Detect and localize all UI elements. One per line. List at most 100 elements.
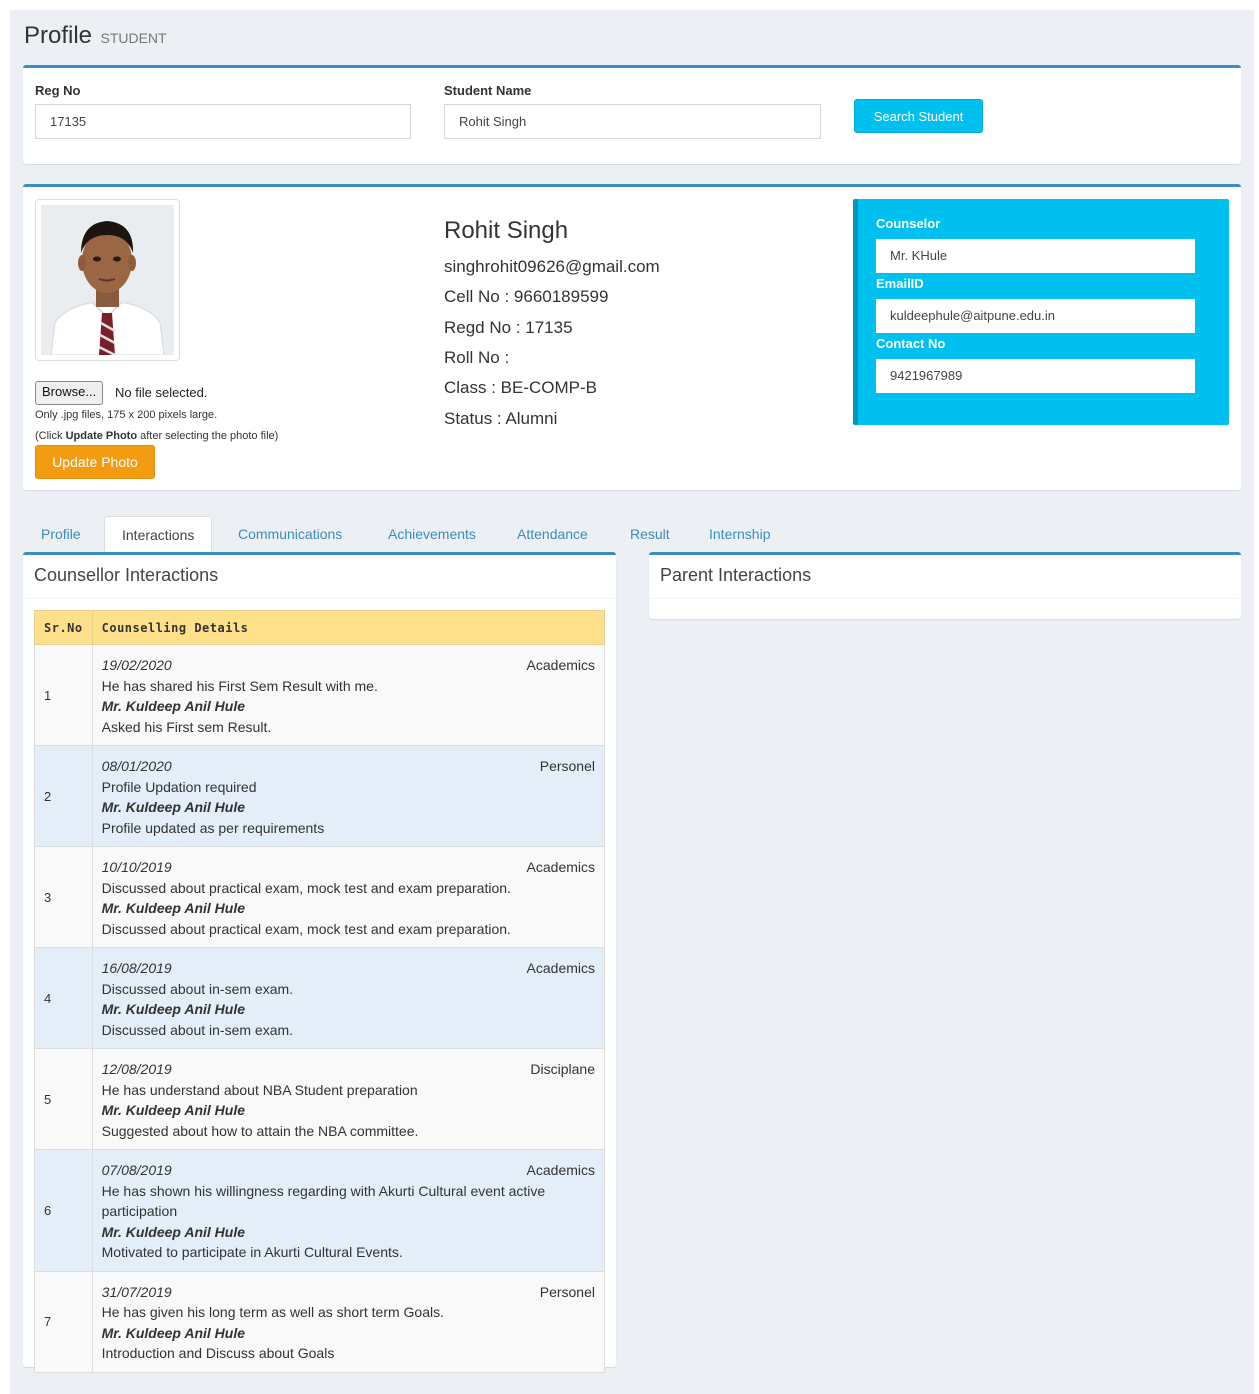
reg-no-input[interactable] bbox=[35, 104, 411, 139]
counsellor-interactions-title: Counsellor Interactions bbox=[34, 565, 219, 585]
profile-box: Browse... No file selected. Only .jpg fi… bbox=[23, 184, 1241, 490]
interaction-cell: 07/08/2019 Academics He has shown his will… bbox=[91, 1149, 606, 1272]
hint-prefix: (Click bbox=[35, 430, 66, 442]
counselor-field[interactable]: Mr. KHule bbox=[876, 239, 1195, 273]
interaction-category: Academics bbox=[526, 1162, 595, 1178]
interaction-date: 19/02/2020 bbox=[101, 657, 172, 673]
counsellor-interactions-table: Sr.No Counselling Details 1 19/02/2020 Aca… bbox=[34, 610, 606, 1373]
student-name: Rohit Singh bbox=[444, 217, 569, 244]
interaction-counsellor: Mr. Kuldeep Anil Hule bbox=[101, 1102, 246, 1118]
interaction-detail: He has given his long term as well as sh… bbox=[101, 1304, 444, 1320]
table-row: 4 16/08/2019 Academics Discussed about in-s… bbox=[34, 947, 606, 1049]
interaction-detail: participation bbox=[101, 1203, 178, 1219]
student-regd: Regd No : 17135 bbox=[444, 318, 573, 337]
row-number: 6 bbox=[34, 1149, 93, 1272]
page: Profile STUDENT Reg No Student Name Sear… bbox=[10, 10, 1254, 1394]
student-roll: Roll No : bbox=[444, 348, 510, 367]
student-status: Status : Alumni bbox=[444, 409, 558, 428]
row-number: 3 bbox=[34, 846, 93, 948]
hint-bold: Update Photo bbox=[65, 430, 138, 442]
interaction-action: Suggested about how to attain the NBA co… bbox=[101, 1122, 419, 1139]
row-number: 4 bbox=[34, 947, 93, 1049]
parent-interactions-title: Parent Interactions bbox=[660, 565, 812, 585]
student-name-label: Student Name bbox=[444, 83, 532, 98]
header-counselling-details: Counselling Details bbox=[91, 610, 606, 645]
hint-suffix: after selecting the photo file) bbox=[137, 430, 279, 442]
interaction-date: 07/08/2019 bbox=[101, 1162, 172, 1178]
interaction-detail: Discussed about practical exam, mock tes… bbox=[101, 879, 511, 896]
photo-frame bbox=[35, 199, 180, 361]
counselor-contact-label: Contact No bbox=[876, 336, 946, 351]
interaction-counsellor: Mr. Kuldeep Anil Hule bbox=[101, 1324, 246, 1341]
page-header: Profile STUDENT bbox=[24, 22, 167, 50]
tab-interactions[interactable]: Interactions bbox=[104, 516, 213, 556]
student-photo bbox=[41, 205, 174, 355]
interaction-cell: 16/08/2019 Academics Discussed about in-se… bbox=[91, 947, 606, 1049]
interaction-date: 12/08/2019 bbox=[101, 1061, 172, 1077]
table-row: 2 08/01/2020 Personel Profile Updation requ… bbox=[34, 745, 606, 847]
interaction-counsellor: Mr. Kuldeep Anil Hule bbox=[101, 900, 246, 916]
interaction-action: Discussed about in-sem exam. bbox=[101, 1021, 294, 1038]
table-row: 7 31/07/2019 Personel He has given his long… bbox=[34, 1270, 606, 1373]
update-photo-button[interactable]: Update Photo bbox=[35, 445, 155, 479]
interaction-action: Introduction and Discuss about Goals bbox=[101, 1345, 335, 1361]
row-number: 5 bbox=[34, 1048, 93, 1150]
interaction-category: Academics bbox=[526, 657, 595, 673]
interaction-detail: Profile Updation required bbox=[101, 778, 257, 795]
row-number: 2 bbox=[34, 745, 93, 847]
interaction-category: Academics bbox=[526, 960, 595, 976]
counselor-contact-field[interactable]: 9421967989 bbox=[876, 359, 1195, 393]
interaction-detail: He has shown his willingness regarding w… bbox=[101, 1182, 546, 1199]
interaction-action: Discussed about practical exam, mock tes… bbox=[101, 920, 511, 937]
parent-interactions-box: Parent Interactions bbox=[649, 552, 1241, 619]
student-name-input[interactable] bbox=[444, 104, 821, 139]
interaction-action: Profile updated as per requirements bbox=[101, 819, 325, 836]
interaction-counsellor: Mr. Kuldeep Anil Hule bbox=[101, 698, 246, 714]
interaction-cell: 19/02/2020 Academics He has shared his Fir… bbox=[91, 644, 606, 746]
interaction-counsellor: Mr. Kuldeep Anil Hule bbox=[101, 1223, 246, 1240]
student-email: singhrohit09626@gmail.com bbox=[444, 257, 660, 276]
interaction-counsellor: Mr. Kuldeep Anil Hule bbox=[101, 1001, 246, 1017]
student-cell: Cell No : 9660189599 bbox=[444, 287, 609, 306]
interaction-cell: 08/01/2020 Personel Profile Updation requi… bbox=[91, 745, 606, 847]
interaction-counsellor: Mr. Kuldeep Anil Hule bbox=[101, 799, 246, 815]
row-number: 1 bbox=[34, 644, 93, 746]
browse-button[interactable]: Browse... bbox=[35, 381, 104, 405]
interaction-detail: Discussed about in-sem exam. bbox=[101, 980, 294, 997]
interaction-date: 08/01/2020 bbox=[101, 758, 172, 774]
counselor-label: Counselor bbox=[876, 216, 941, 231]
page-title: Profile bbox=[24, 22, 93, 49]
interaction-detail: He has shared his First Sem Result with … bbox=[101, 677, 378, 694]
tab-achievements[interactable]: Achievements bbox=[388, 516, 476, 555]
interaction-date: 10/10/2019 bbox=[101, 859, 172, 875]
no-file-text: No file selected. bbox=[115, 385, 208, 400]
search-student-button[interactable]: Search Student bbox=[854, 99, 983, 133]
tab-result[interactable]: Result bbox=[630, 516, 670, 555]
row-number: 7 bbox=[34, 1270, 93, 1373]
search-box: Reg No Student Name Search Student bbox=[23, 65, 1241, 164]
interaction-action: Motivated to participate in Akurti Cultu… bbox=[101, 1244, 403, 1260]
counselor-box: Counselor Mr. KHule EmailID kuldeephule@… bbox=[853, 199, 1229, 425]
table-row: 6 07/08/2019 Academics He has shown his wil… bbox=[34, 1149, 606, 1272]
interaction-category: Personel bbox=[539, 1283, 595, 1300]
panel-divider bbox=[649, 598, 1241, 599]
student-class: Class : BE-COMP-B bbox=[444, 378, 598, 397]
header-sr-no: Sr.No bbox=[34, 610, 93, 645]
table-row: 1 19/02/2020 Academics He has shared his Fi… bbox=[34, 644, 606, 746]
counsellor-interactions-box: Counsellor Interactions Sr.No Counsellin… bbox=[23, 552, 616, 1373]
tab-internship[interactable]: Internship bbox=[709, 516, 770, 555]
interaction-category: Personel bbox=[539, 758, 595, 774]
update-photo-hint: (Click Update Photo after selecting the … bbox=[35, 430, 278, 442]
photo-size-hint: Only .jpg files, 175 x 200 pixels large. bbox=[35, 409, 218, 421]
interaction-category: Academics bbox=[526, 859, 595, 875]
tab-attendance[interactable]: Attendance bbox=[517, 516, 588, 555]
tab-profile[interactable]: Profile bbox=[41, 516, 81, 555]
interaction-date: 31/07/2019 bbox=[101, 1283, 172, 1300]
interaction-action: Asked his First sem Result. bbox=[101, 718, 272, 735]
tab-communications[interactable]: Communications bbox=[238, 516, 342, 555]
counselor-email-field[interactable]: kuldeephule@aitpune.edu.in bbox=[876, 299, 1195, 333]
table-row: 3 10/10/2019 Academics Discussed about prac… bbox=[34, 846, 606, 948]
interaction-category: Disciplane bbox=[530, 1061, 595, 1077]
interaction-detail: He has understand about NBA Student prep… bbox=[101, 1081, 418, 1098]
counselor-email-label: EmailID bbox=[876, 276, 924, 291]
